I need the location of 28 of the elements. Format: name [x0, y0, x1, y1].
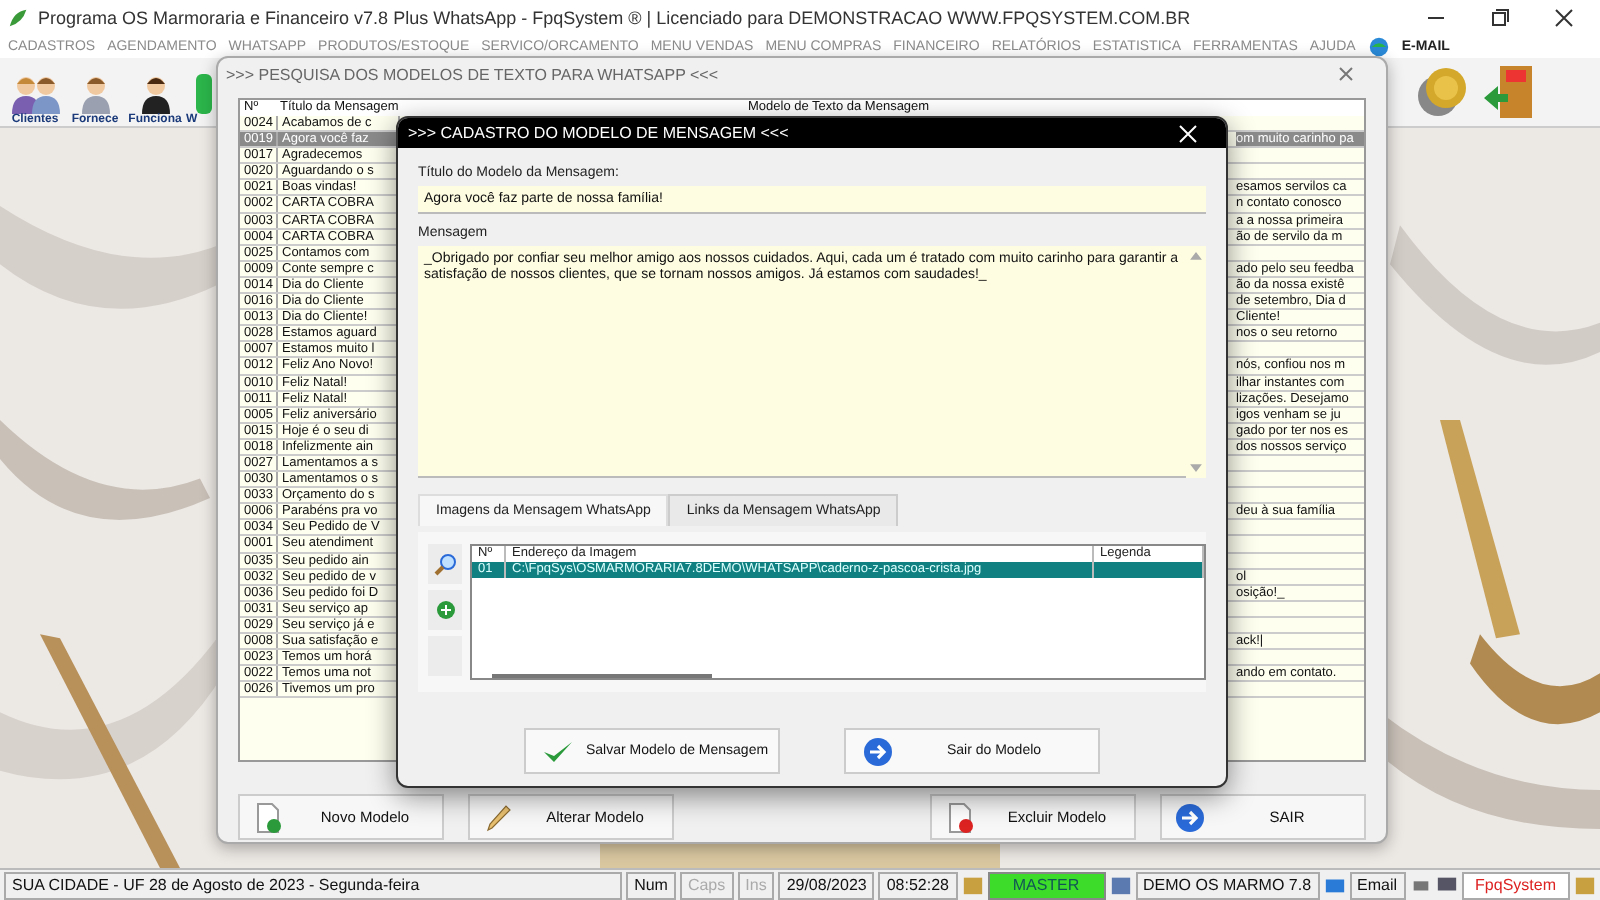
pencil-icon	[482, 801, 514, 833]
location-date: SUA CIDADE - UF 28 de Agosto de 2023 - Segunda-feira	[4, 871, 623, 899]
app-icon	[8, 7, 30, 29]
delete-document-icon	[944, 801, 976, 833]
restore-icon[interactable]	[1490, 8, 1510, 28]
dialog-title: >>> CADASTRO DO MODELO DE MENSAGEM <<<	[408, 124, 789, 142]
scrollbar-arrows-icon[interactable]	[1186, 246, 1206, 478]
new-document-icon	[252, 801, 284, 833]
add-icon	[435, 600, 455, 620]
coin-icon[interactable]	[1412, 62, 1472, 122]
key-indicator: Num	[626, 871, 676, 899]
close-icon[interactable]	[1554, 8, 1574, 28]
email-status[interactable]: Email	[1349, 871, 1406, 899]
arrow-right-icon	[1174, 801, 1206, 833]
search-button[interactable]	[428, 544, 462, 584]
key-indicator: Ins	[737, 871, 775, 899]
user-name: MASTER	[987, 871, 1105, 899]
key-indicator: Caps	[679, 871, 734, 899]
arrow-right-icon	[862, 735, 894, 767]
status-time: 08:52:28	[878, 871, 957, 899]
window-title: Programa OS Marmoraria e Financeiro v7.8 Plus WhatsApp - FpqSystem ® | Licenciado para DEMONSTRACAO WWW.FPQSYSTEM.COM.BR	[38, 8, 1193, 28]
company-name: DEMO OS MARMO 7.8	[1135, 871, 1320, 899]
search-icon	[433, 552, 457, 576]
brand-label: FpqSystem	[1461, 871, 1570, 899]
status-date: 29/08/2023	[778, 871, 875, 899]
scrollbar[interactable]	[492, 674, 712, 678]
add-button[interactable]	[428, 590, 462, 630]
window-title: >>> PESQUISA DOS MODELOS DE TEXTO PARA WHATSAPP <<<	[226, 65, 719, 83]
